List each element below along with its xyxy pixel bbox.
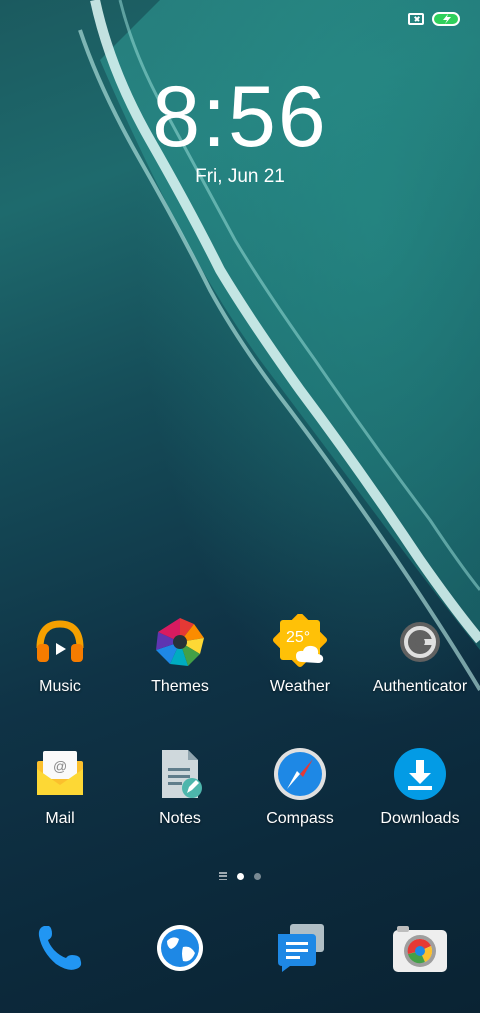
page-dot[interactable] bbox=[254, 872, 261, 880]
notes-icon bbox=[152, 746, 208, 802]
svg-text:@: @ bbox=[53, 758, 67, 774]
app-notes[interactable]: Notes bbox=[120, 746, 240, 828]
app-label: Themes bbox=[151, 678, 209, 695]
messages-icon bbox=[270, 918, 330, 978]
browser-globe-icon bbox=[150, 918, 210, 978]
dock-browser[interactable] bbox=[120, 918, 240, 978]
app-authenticator[interactable]: Authenticator bbox=[360, 614, 480, 696]
dock-phone[interactable] bbox=[0, 918, 120, 978]
app-label: Downloads bbox=[380, 810, 460, 827]
app-label: Notes bbox=[159, 810, 201, 827]
app-grid-row-2: @ Mail Notes Compass Downloads bbox=[0, 746, 480, 828]
status-bar bbox=[408, 12, 460, 26]
page-dot-active[interactable] bbox=[237, 872, 244, 880]
app-label: Compass bbox=[266, 810, 334, 827]
battery-charging-icon bbox=[432, 12, 460, 26]
page-indicator[interactable] bbox=[0, 872, 480, 880]
app-mail[interactable]: @ Mail bbox=[0, 746, 120, 828]
home-screen: 8:56 Fri, Jun 21 Music Themes 25° Weathe… bbox=[0, 0, 480, 1013]
app-downloads[interactable]: Downloads bbox=[360, 746, 480, 828]
app-label: Authenticator bbox=[372, 678, 468, 695]
dock bbox=[0, 918, 480, 978]
themes-flower-icon bbox=[152, 614, 208, 670]
dock-messages[interactable] bbox=[240, 918, 360, 978]
weather-sun-cloud-icon: 25° bbox=[272, 614, 328, 670]
download-icon bbox=[392, 746, 448, 802]
app-label: Music bbox=[39, 678, 81, 695]
clock-date[interactable]: Fri, Jun 21 bbox=[0, 166, 480, 188]
app-weather[interactable]: 25° Weather bbox=[240, 614, 360, 696]
app-label: Weather bbox=[269, 678, 331, 695]
headphones-icon bbox=[32, 614, 88, 670]
app-themes[interactable]: Themes bbox=[120, 614, 240, 696]
phone-icon bbox=[30, 918, 90, 978]
app-compass[interactable]: Compass bbox=[240, 746, 360, 828]
compass-icon bbox=[272, 746, 328, 802]
dock-camera[interactable] bbox=[360, 918, 480, 978]
app-music[interactable]: Music bbox=[0, 614, 120, 696]
clock-time[interactable]: 8:56 bbox=[0, 68, 480, 167]
camera-icon bbox=[390, 918, 450, 978]
app-label: Mail bbox=[45, 810, 75, 827]
page-menu-icon[interactable] bbox=[219, 872, 227, 880]
sim-error-icon bbox=[408, 13, 424, 25]
app-grid-row-1: Music Themes 25° Weather Authenticator bbox=[0, 614, 480, 696]
authenticator-icon bbox=[392, 614, 448, 670]
weather-temp: 25° bbox=[286, 629, 310, 646]
mail-icon: @ bbox=[32, 746, 88, 802]
